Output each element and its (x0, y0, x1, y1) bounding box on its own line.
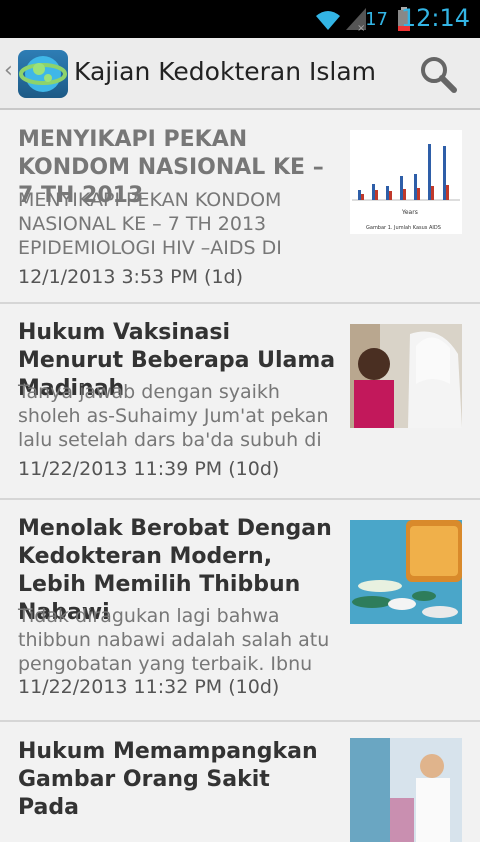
article-thumbnail (350, 520, 462, 624)
article-summary: Tanya jawab dengan syaikh sholeh as-Suha… (18, 381, 329, 451)
article-date: 11/22/2013 11:32 PM (10d) (18, 676, 280, 698)
search-icon[interactable] (418, 54, 458, 94)
list-item[interactable]: MENYIKAPI PEKAN KONDOM NASIONAL KE – 7 T… (0, 110, 480, 304)
app-title: Kajian Kedokteran Islam (74, 57, 377, 86)
battery-level: 17 (365, 9, 388, 30)
list-item[interactable]: Hukum Vaksinasi Menurut Beberapa Ulama M… (0, 304, 480, 500)
article-title: Hukum Memampangkan Gambar Orang Sakit Pa… (18, 739, 318, 820)
article-thumbnail (350, 324, 462, 428)
wifi-icon (316, 11, 340, 30)
status-bar: × 17 12:14 (0, 0, 480, 38)
article-thumbnail: Years Gambar 1. Jumlah Kasus AIDS (350, 130, 462, 234)
thumbnail-caption: Gambar 1. Jumlah Kasus AIDS (366, 225, 441, 231)
up-chevron-icon[interactable]: ‹ (4, 58, 13, 83)
list-item[interactable]: Menolak Berobat Dengan Kedokteran Modern… (0, 500, 480, 722)
article-summary: MENYIKAPI PEKAN KONDOM NASIONAL KE – 7 T… (18, 189, 282, 259)
article-thumbnail (350, 738, 462, 842)
article-summary: Tidak diragukan lagi bahwa thibbun nabaw… (18, 605, 330, 675)
app-logo-icon[interactable] (18, 50, 68, 98)
thumbnail-axis-label: Years (401, 209, 418, 216)
action-bar: ‹ Kajian Kedokteran Islam (0, 38, 480, 110)
article-date: 11/22/2013 11:39 PM (10d) (18, 458, 280, 480)
clock: 12:14 (400, 4, 470, 32)
article-date: 12/1/2013 3:53 PM (1d) (18, 266, 244, 288)
list-item[interactable]: Hukum Memampangkan Gambar Orang Sakit Pa… (0, 722, 480, 842)
article-list: MENYIKAPI PEKAN KONDOM NASIONAL KE – 7 T… (0, 110, 480, 842)
